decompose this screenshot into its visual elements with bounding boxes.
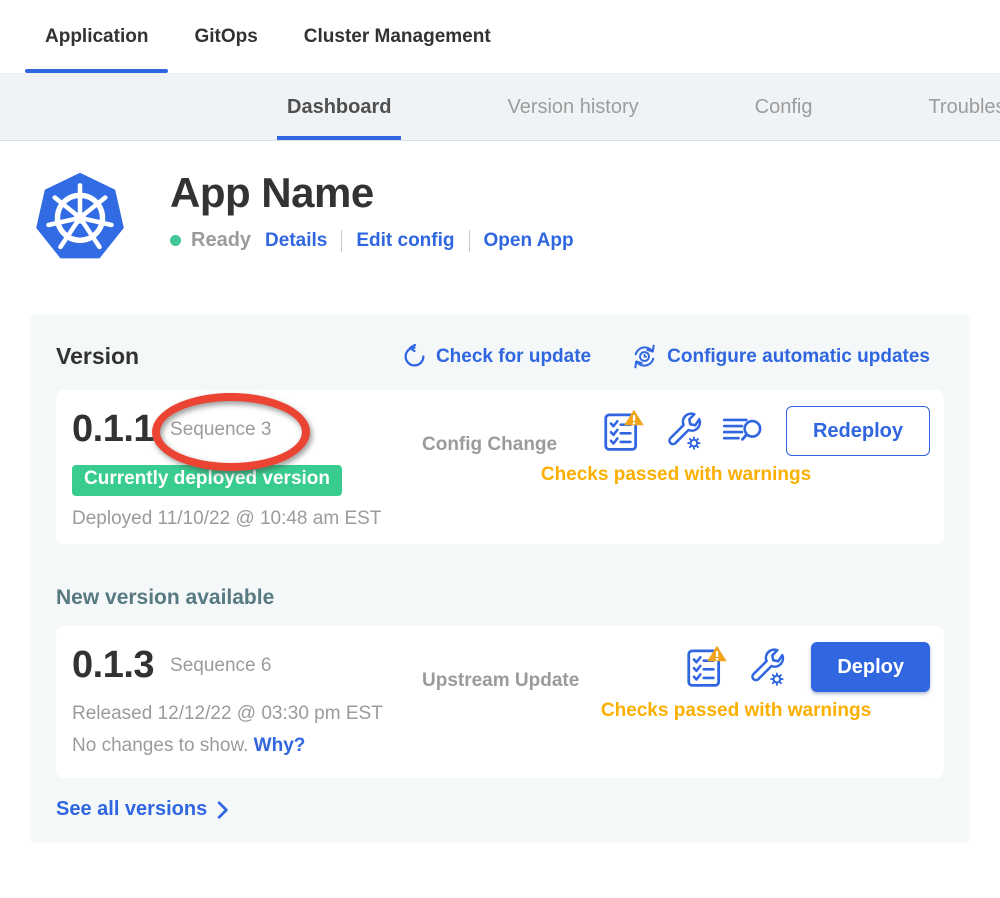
preflight-checks-icon[interactable] xyxy=(683,644,729,690)
tab-troubleshoot[interactable]: Troubleshoot xyxy=(918,74,1000,140)
redeploy-button[interactable]: Redeploy xyxy=(786,406,930,456)
version-section: Version Check for update Configure auto xyxy=(30,315,970,843)
check-for-update-label: Check for update xyxy=(436,346,591,368)
tab-gitops[interactable]: GitOps xyxy=(174,0,277,73)
why-link[interactable]: Why? xyxy=(254,735,306,756)
see-all-versions-label: See all versions xyxy=(56,798,207,821)
open-app-link[interactable]: Open App xyxy=(484,230,574,252)
chevron-right-icon xyxy=(217,801,229,819)
current-checks-status[interactable]: Checks passed with warnings xyxy=(541,464,811,486)
tab-version-history-label: Version history xyxy=(507,96,638,119)
status-ready-label: Ready xyxy=(191,229,251,252)
configure-automatic-updates-link[interactable]: Configure automatic updates xyxy=(631,344,930,369)
config-wrench-icon[interactable] xyxy=(745,645,789,689)
new-version-available-heading: New version available xyxy=(56,586,944,610)
check-for-update-link[interactable]: Check for update xyxy=(402,344,591,369)
view-diff-icon[interactable] xyxy=(722,413,764,449)
tab-dashboard[interactable]: Dashboard xyxy=(277,74,401,140)
new-version-card: 0.1.3 Sequence 6 Released 12/12/22 @ 03:… xyxy=(56,626,944,778)
see-all-versions-link[interactable]: See all versions xyxy=(56,798,944,821)
no-changes-line: No changes to show. Why? xyxy=(72,735,422,757)
no-changes-text: No changes to show. xyxy=(72,735,248,756)
divider xyxy=(341,230,342,252)
currently-deployed-badge: Currently deployed version xyxy=(72,465,342,496)
app-title: App Name xyxy=(170,169,574,217)
configure-automatic-updates-label: Configure automatic updates xyxy=(667,346,930,368)
refresh-icon xyxy=(402,344,427,369)
current-version-card: 0.1.1 Sequence 3 Currently deployed vers… xyxy=(56,390,944,544)
new-version-number: 0.1.3 xyxy=(72,644,154,687)
released-timestamp: Released 12/12/22 @ 03:30 pm EST xyxy=(72,703,422,725)
admin-console-page: Application GitOps Cluster Management Da… xyxy=(0,0,1000,898)
current-version-number: 0.1.1 xyxy=(72,408,154,451)
tab-dashboard-label: Dashboard xyxy=(287,96,391,119)
app-status-row: Ready Details Edit config Open App xyxy=(170,229,574,252)
tab-application[interactable]: Application xyxy=(25,0,168,73)
deploy-button[interactable]: Deploy xyxy=(811,642,930,692)
auto-update-clock-icon xyxy=(631,344,658,369)
divider xyxy=(469,230,470,252)
tab-cluster-management-label: Cluster Management xyxy=(304,26,491,48)
new-version-source: Upstream Update xyxy=(422,670,579,692)
app-header: App Name Ready Details Edit config Open … xyxy=(35,169,1000,263)
tab-config-label: Config xyxy=(755,96,813,119)
tab-gitops-label: GitOps xyxy=(194,26,257,48)
tab-application-label: Application xyxy=(45,26,148,48)
new-checks-status[interactable]: Checks passed with warnings xyxy=(601,700,871,722)
config-wrench-icon[interactable] xyxy=(662,409,706,453)
tab-troubleshoot-label: Troubleshoot xyxy=(928,96,1000,119)
status-ready-dot xyxy=(170,235,181,246)
details-link[interactable]: Details xyxy=(265,230,327,252)
edit-config-link[interactable]: Edit config xyxy=(356,230,454,252)
kubernetes-logo-icon xyxy=(35,169,125,263)
new-sequence-label: Sequence 6 xyxy=(170,655,271,677)
current-sequence-label: Sequence 3 xyxy=(170,419,271,441)
primary-nav: Application GitOps Cluster Management xyxy=(0,0,1000,74)
version-section-title: Version xyxy=(56,343,139,370)
secondary-nav: Dashboard Version history Config Trouble… xyxy=(0,74,1000,141)
deployed-timestamp: Deployed 11/10/22 @ 10:48 am EST xyxy=(72,508,422,530)
preflight-checks-icon[interactable] xyxy=(600,408,646,454)
tab-cluster-management[interactable]: Cluster Management xyxy=(284,0,511,73)
tab-version-history[interactable]: Version history xyxy=(497,74,648,140)
tab-config[interactable]: Config xyxy=(745,74,823,140)
current-version-source: Config Change xyxy=(422,434,557,456)
